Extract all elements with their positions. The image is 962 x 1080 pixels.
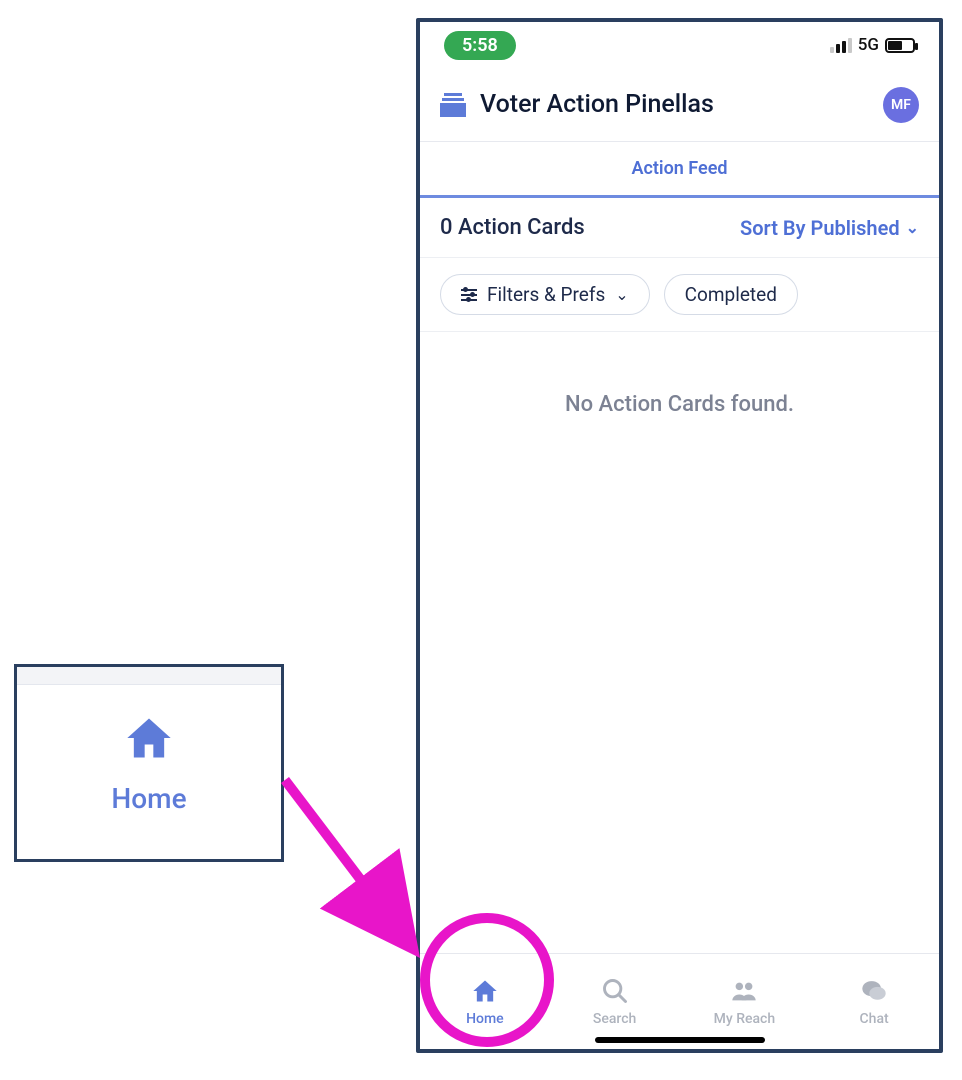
chips-row: Filters & Prefs ⌄ Completed (420, 258, 939, 332)
status-right: 5G (830, 35, 915, 55)
tab-action-feed[interactable]: Action Feed (420, 142, 939, 198)
nav-chat[interactable]: Chat (809, 954, 939, 1049)
home-icon (471, 977, 499, 1005)
home-icon (123, 712, 175, 764)
search-icon (601, 977, 629, 1005)
app-header: Voter Action Pinellas MF (420, 68, 939, 142)
completed-label: Completed (685, 283, 777, 306)
status-time: 5:58 (444, 31, 516, 60)
nav-label: Home (466, 1011, 504, 1027)
nav-label: Chat (860, 1011, 889, 1027)
nav-label: My Reach (714, 1011, 776, 1027)
chevron-down-icon: ⌄ (906, 218, 919, 237)
home-indicator (595, 1037, 765, 1043)
nav-my-reach[interactable]: My Reach (680, 954, 810, 1049)
phone-frame: 5:58 5G Voter Action Pinellas MF Action … (416, 18, 943, 1053)
empty-message: No Action Cards found. (565, 392, 794, 417)
campaign-stack-icon[interactable] (440, 93, 466, 117)
sort-label: Sort By Published (740, 216, 900, 240)
count-sort-row: 0 Action Cards Sort By Published ⌄ (420, 198, 939, 258)
tab-label: Action Feed (631, 158, 727, 179)
action-cards-count: 0 Action Cards (440, 215, 585, 240)
avatar[interactable]: MF (883, 87, 919, 123)
empty-state: No Action Cards found. (420, 332, 939, 417)
network-label: 5G (858, 35, 879, 55)
chevron-down-icon: ⌄ (615, 285, 628, 304)
signal-icon (830, 38, 852, 53)
sort-button[interactable]: Sort By Published ⌄ (740, 216, 919, 240)
battery-icon (885, 38, 915, 53)
nav-label: Search (593, 1011, 636, 1027)
status-bar: 5:58 5G (420, 22, 939, 68)
nav-home[interactable]: Home (420, 954, 550, 1049)
filters-prefs-chip[interactable]: Filters & Prefs ⌄ (440, 274, 650, 315)
annotation-arrow (285, 780, 414, 950)
completed-chip[interactable]: Completed (664, 274, 798, 315)
people-icon (730, 977, 758, 1005)
chat-icon (860, 977, 888, 1005)
sliders-icon (461, 289, 477, 301)
filters-label: Filters & Prefs (487, 283, 605, 306)
bottom-nav: Home Search My Reach Chat (420, 953, 939, 1049)
callout-home-zoom: Home (14, 664, 284, 862)
nav-search[interactable]: Search (550, 954, 680, 1049)
app-title: Voter Action Pinellas (480, 90, 714, 119)
callout-label: Home (111, 782, 186, 815)
